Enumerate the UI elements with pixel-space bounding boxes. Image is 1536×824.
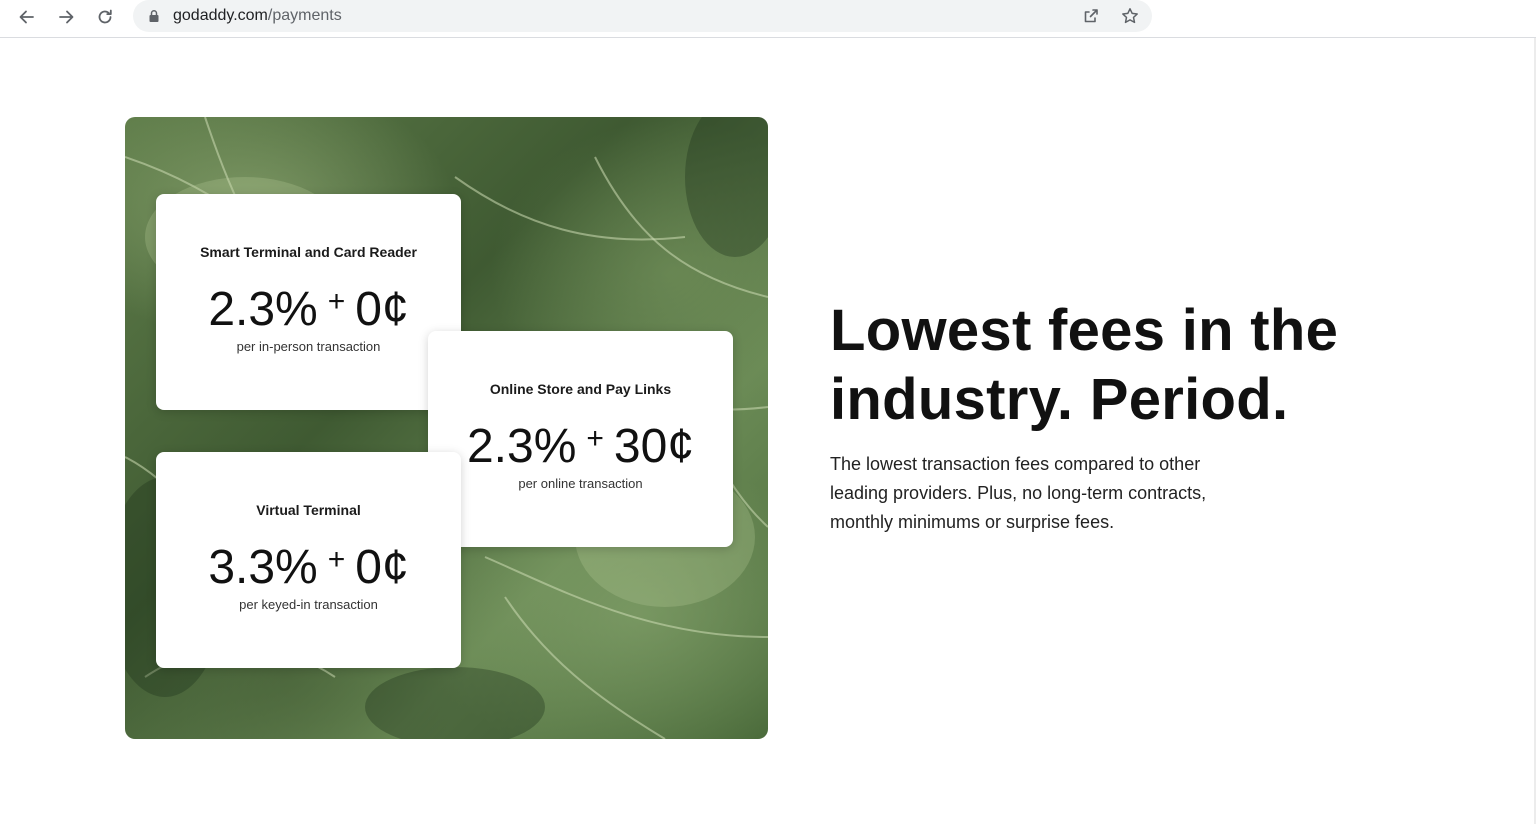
card-rate: 2.3% +30¢: [428, 413, 733, 473]
fee-card-online-store: Online Store and Pay Links 2.3% +30¢ per …: [428, 331, 733, 547]
rate-plus: +: [586, 422, 604, 455]
card-note: per keyed-in transaction: [239, 597, 378, 612]
url-domain: godaddy.com: [173, 7, 268, 24]
browser-toolbar: godaddy.com/payments: [0, 0, 1536, 38]
bookmark-button[interactable]: [1119, 5, 1141, 27]
reload-button[interactable]: [90, 3, 120, 31]
fees-hero-image: Smart Terminal and Card Reader 2.3% +0¢ p…: [125, 117, 768, 739]
star-icon: [1122, 8, 1138, 24]
url-path: /payments: [267, 7, 342, 24]
card-title: Virtual Terminal: [256, 502, 361, 518]
forward-arrow-icon: [59, 10, 74, 24]
forward-button[interactable]: [51, 3, 81, 31]
rate-fixed: 0¢: [355, 283, 409, 336]
rate-plus: +: [327, 543, 346, 576]
share-icon: [1084, 9, 1098, 23]
card-rate: 3.3% +0¢: [156, 534, 461, 594]
back-button[interactable]: [12, 3, 42, 31]
card-title: Online Store and Pay Links: [489, 381, 672, 397]
card-title: Smart Terminal and Card Reader: [200, 244, 417, 260]
fee-card-smart-terminal: Smart Terminal and Card Reader 2.3% +0¢ p…: [156, 194, 461, 410]
reload-icon: [98, 9, 112, 24]
lock-icon: [149, 10, 159, 22]
url-text[interactable]: godaddy.com/payments: [173, 7, 342, 25]
headline-description: The lowest transaction fees compared to …: [830, 454, 1207, 532]
fee-card-virtual-terminal: Virtual Terminal 3.3% +0¢ per keyed-in tr…: [156, 452, 461, 668]
page-headline: Lowest fees in the industry. Period.: [830, 298, 1339, 432]
rate-percent: 2.3%: [208, 283, 318, 336]
card-rate: 2.3% +0¢: [156, 276, 461, 336]
rate-fixed: 30¢: [613, 420, 695, 473]
address-bar[interactable]: godaddy.com/payments: [133, 0, 1152, 32]
back-arrow-icon: [19, 10, 34, 24]
rate-fixed: 0¢: [355, 541, 409, 594]
rate-percent: 3.3%: [208, 541, 318, 594]
card-note: per online transaction: [518, 476, 643, 491]
share-button[interactable]: [1080, 5, 1102, 27]
rate-percent: 2.3%: [466, 420, 577, 473]
rate-plus: +: [327, 285, 346, 318]
card-note: per in-person transaction: [236, 339, 381, 354]
